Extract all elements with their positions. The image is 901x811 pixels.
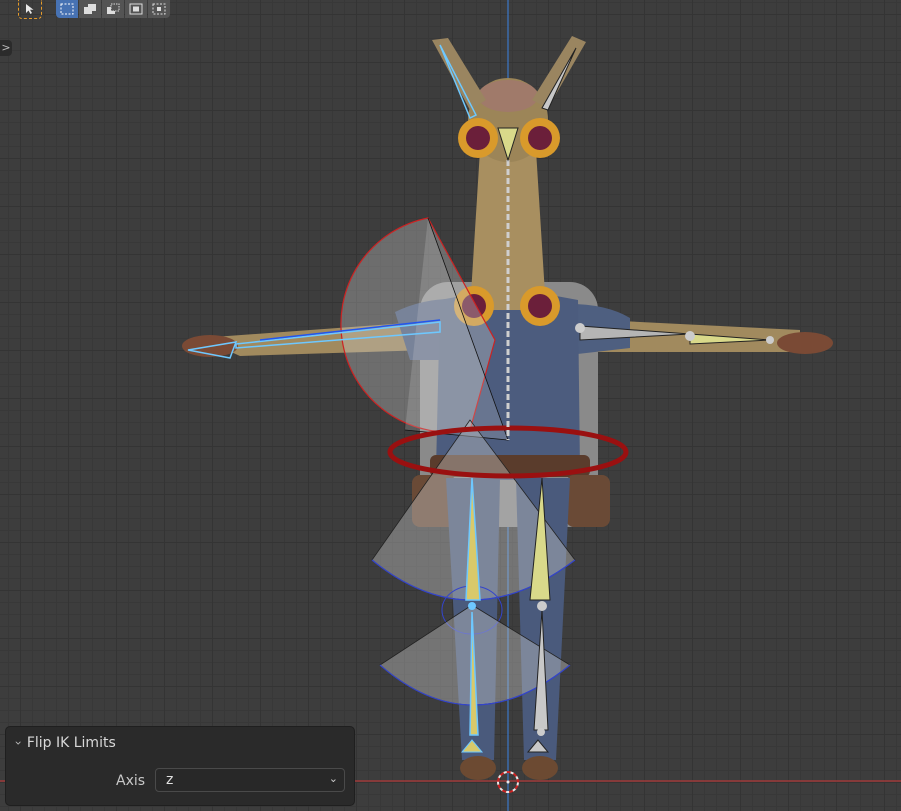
right-hand: [777, 332, 833, 354]
right-pouch: [566, 475, 610, 527]
mode-subtract-button[interactable]: [102, 0, 124, 18]
sidebar-toggle-button[interactable]: >: [0, 40, 12, 56]
dropdown-arrow-icon: ⌄: [328, 772, 338, 785]
right-foot: [522, 756, 558, 780]
chevron-down-icon[interactable]: ›: [11, 741, 25, 746]
new-selection-icon: [60, 3, 74, 15]
axis-label: Axis: [116, 773, 146, 789]
invert-selection-icon: [129, 3, 143, 15]
intersect-selection-icon: [152, 3, 166, 15]
right-ear: [532, 36, 586, 108]
subtract-selection-icon: [107, 3, 120, 14]
cursor-icon: [26, 4, 34, 14]
hair-tuft: [478, 80, 538, 112]
panel-title: Flip IK Limits: [26, 735, 116, 751]
left-foot: [460, 756, 496, 780]
left-ear: [432, 38, 486, 110]
mode-extend-button[interactable]: [79, 0, 101, 18]
3d-viewport[interactable]: [0, 0, 901, 811]
selection-mode-group: [56, 0, 170, 19]
adjust-last-operation-panel: › Flip IK Limits Axis z ⌄: [5, 726, 355, 806]
select-tool-button[interactable]: [18, 0, 42, 19]
panel-header[interactable]: › Flip IK Limits: [11, 735, 116, 751]
mode-invert-button[interactable]: [125, 0, 147, 18]
mode-intersect-button[interactable]: [148, 0, 170, 18]
scene-canvas[interactable]: [0, 0, 901, 811]
header-toolbar: [18, 0, 170, 19]
axis-value: z: [166, 772, 174, 788]
extend-selection-icon: [84, 4, 96, 14]
mode-new-button[interactable]: [56, 0, 78, 18]
axis-dropdown[interactable]: z ⌄: [155, 768, 345, 792]
chevron-right-icon: >: [1, 41, 11, 54]
